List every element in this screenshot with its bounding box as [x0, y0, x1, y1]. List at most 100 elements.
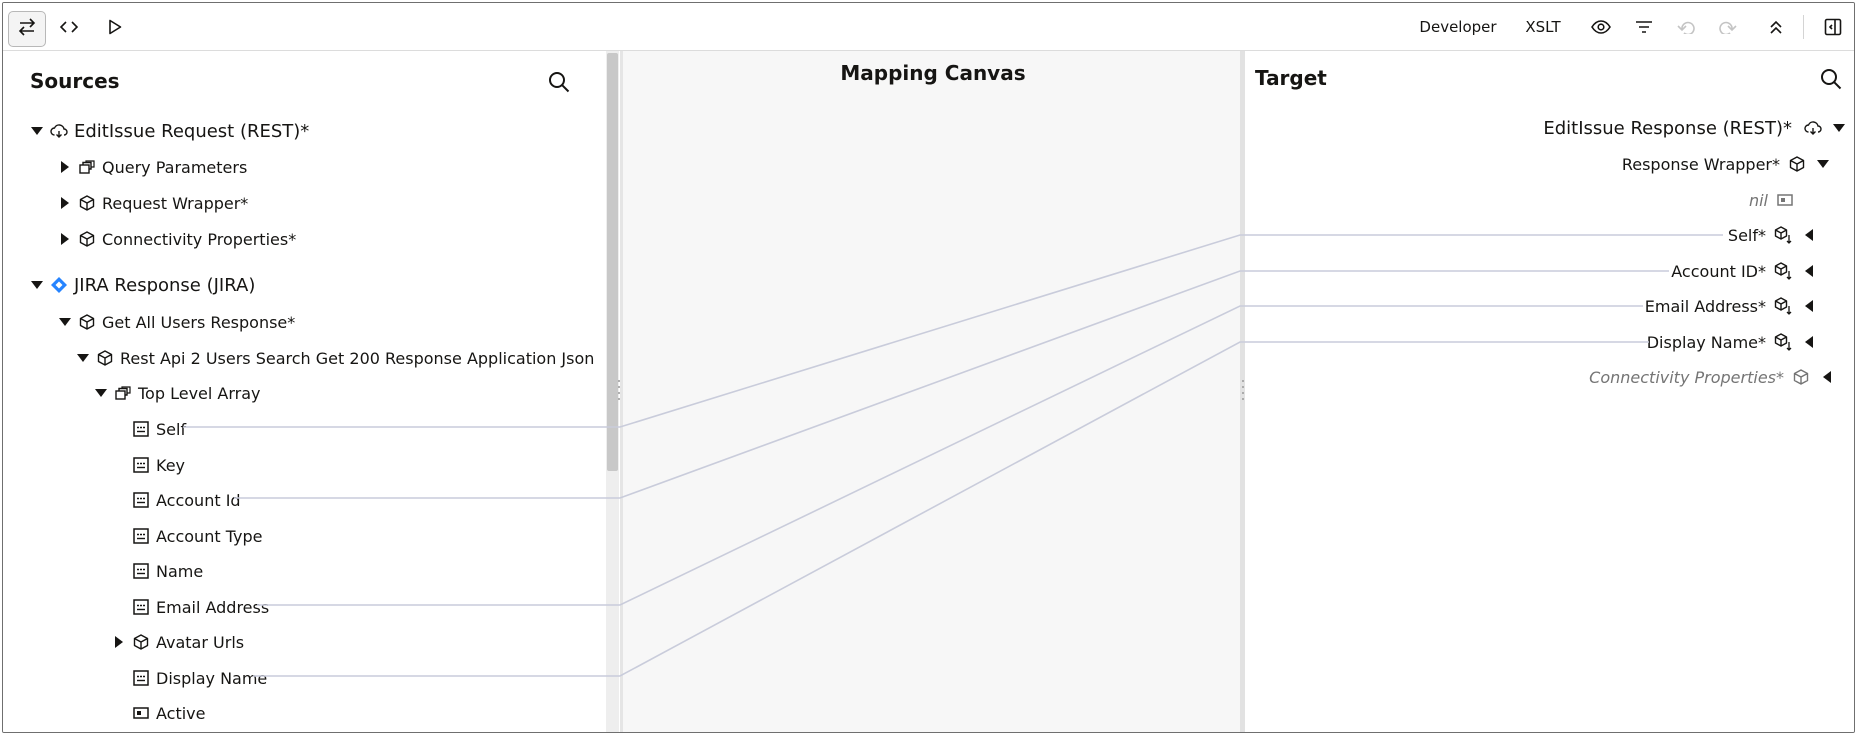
string-icon — [132, 669, 150, 687]
code-icon — [60, 20, 78, 34]
tree-node-rest-api-response[interactable]: Rest Api 2 Users Search Get 200 Response… — [76, 344, 594, 372]
search-icon — [548, 72, 570, 97]
caret-left-icon[interactable] — [1802, 264, 1816, 278]
tree-node-request-wrapper[interactable]: Request Wrapper* — [58, 189, 248, 217]
tree-node-label: Display Name* — [1646, 332, 1766, 352]
caret-left-icon[interactable] — [1802, 228, 1816, 242]
tree-node-label: Email Address* — [1644, 296, 1766, 316]
string-icon — [132, 491, 150, 509]
string-icon — [132, 527, 150, 545]
tree-node-email-address[interactable]: Email Address — [132, 593, 269, 621]
target-node-response-wrapper[interactable]: Response Wrapper* — [1622, 150, 1830, 178]
developer-button[interactable]: Developer — [1413, 12, 1503, 42]
caret-right-icon[interactable] — [58, 196, 72, 210]
tree-node-account-id[interactable]: Account Id — [132, 486, 241, 514]
caret-down-icon[interactable] — [76, 351, 90, 365]
tree-node-name[interactable]: Name — [132, 557, 203, 585]
tree-node-label: Response Wrapper* — [1621, 154, 1780, 174]
undo-button[interactable] — [1670, 12, 1702, 42]
toolbar-separator — [1803, 15, 1804, 39]
tree-node-key[interactable]: Key — [132, 451, 185, 479]
tree-node-query-parameters[interactable]: Query Parameters — [58, 153, 247, 181]
swap-button[interactable] — [8, 11, 46, 47]
tree-node-self[interactable]: Self — [132, 415, 186, 443]
preview-button[interactable] — [1585, 12, 1617, 42]
tree-node-label: Connectivity Properties* — [102, 229, 297, 249]
test-run-button[interactable] — [99, 12, 131, 42]
tree-node-label: Name — [156, 561, 204, 581]
filter-button[interactable] — [1628, 12, 1660, 42]
attribute-icon — [1776, 191, 1794, 209]
caret-right-icon[interactable] — [58, 232, 72, 246]
sources-scrollbar-thumb[interactable] — [607, 53, 618, 471]
caret-left-icon[interactable] — [1802, 335, 1816, 349]
tree-node-label: Active — [156, 703, 206, 723]
code-view-button[interactable] — [53, 12, 85, 42]
caret-down-icon[interactable] — [30, 278, 44, 292]
tree-node-display-name[interactable]: Display Name — [132, 664, 267, 692]
tree-node-label: JIRA Response (JIRA) — [74, 274, 256, 296]
target-node-nil[interactable]: nil — [1749, 186, 1794, 214]
tree-node-label: Rest Api 2 Users Search Get 200 Response… — [120, 348, 595, 368]
tree-node-jira-response[interactable]: JIRA Response (JIRA) — [30, 271, 255, 299]
collapse-all-button[interactable] — [1760, 12, 1792, 42]
target-node-email-address[interactable]: Email Address* — [1645, 292, 1816, 320]
string-icon — [132, 420, 150, 438]
mapping-canvas[interactable]: Mapping Canvas — [620, 51, 1243, 732]
tree-node-avatar-urls[interactable]: Avatar Urls — [112, 628, 244, 656]
toolbar: Developer XSLT — [3, 3, 1854, 51]
sources-panel: Sources EditIssue Request (REST)* Query … — [3, 51, 606, 732]
target-node-account-id[interactable]: Account ID* — [1671, 257, 1816, 285]
caret-right-icon[interactable] — [58, 160, 72, 174]
tree-node-label: Query Parameters — [102, 157, 248, 177]
swap-icon — [17, 18, 37, 40]
tree-node-account-type[interactable]: Account Type — [132, 522, 262, 550]
caret-down-icon[interactable] — [1832, 121, 1846, 135]
tree-node-label: Request Wrapper* — [102, 193, 249, 213]
caret-down-icon[interactable] — [1816, 157, 1830, 171]
caret-left-icon[interactable] — [1820, 370, 1834, 384]
tree-node-label: EditIssue Request (REST)* — [74, 120, 310, 142]
filter-icon — [1635, 20, 1653, 34]
mapper-window: Developer XSLT Sources EditIssue Request… — [2, 2, 1855, 733]
tree-node-top-level-array[interactable]: Top Level Array — [94, 379, 261, 407]
canvas-title: Mapping Canvas — [840, 61, 1026, 85]
caret-down-icon[interactable] — [30, 124, 44, 138]
object-mapped-icon — [1774, 333, 1792, 351]
object-icon — [78, 194, 96, 212]
tree-node-label: Get All Users Response* — [102, 312, 296, 332]
target-node-display-name[interactable]: Display Name* — [1647, 328, 1816, 356]
rest-cloud-icon — [1804, 119, 1822, 137]
caret-left-icon[interactable] — [1802, 299, 1816, 313]
string-icon — [132, 456, 150, 474]
tree-node-connectivity-properties[interactable]: Connectivity Properties* — [58, 225, 296, 253]
tree-node-editissue-request[interactable]: EditIssue Request (REST)* — [30, 117, 309, 145]
caret-down-icon[interactable] — [94, 386, 108, 400]
sources-search-button[interactable] — [548, 71, 570, 97]
tree-node-label: Email Address — [156, 597, 270, 617]
tree-node-get-all-users-response[interactable]: Get All Users Response* — [58, 308, 295, 336]
array-icon — [78, 158, 96, 176]
tree-node-label: nil — [1748, 190, 1768, 210]
string-icon — [132, 598, 150, 616]
redo-button[interactable] — [1712, 12, 1744, 42]
target-node-editissue-response[interactable]: EditIssue Response (REST)* — [1543, 114, 1846, 142]
object-icon — [96, 349, 114, 367]
caret-down-icon[interactable] — [58, 315, 72, 329]
collapse-all-icon — [1768, 19, 1784, 35]
target-title: Target — [1255, 66, 1327, 90]
target-node-connectivity-properties[interactable]: Connectivity Properties* — [1589, 363, 1834, 391]
undo-icon — [1677, 20, 1695, 34]
sources-title: Sources — [30, 69, 120, 93]
object-icon — [1792, 368, 1810, 386]
caret-right-icon[interactable] — [112, 635, 126, 649]
target-node-self[interactable]: Self* — [1728, 221, 1816, 249]
object-icon — [78, 313, 96, 331]
xslt-button[interactable]: XSLT — [1518, 12, 1568, 42]
tree-node-active[interactable]: Active — [132, 699, 206, 727]
object-icon — [78, 230, 96, 248]
panel-toggle-button[interactable] — [1817, 12, 1849, 42]
object-mapped-icon — [1774, 297, 1792, 315]
tree-node-label: Self — [156, 419, 187, 439]
target-search-button[interactable] — [1820, 68, 1842, 94]
